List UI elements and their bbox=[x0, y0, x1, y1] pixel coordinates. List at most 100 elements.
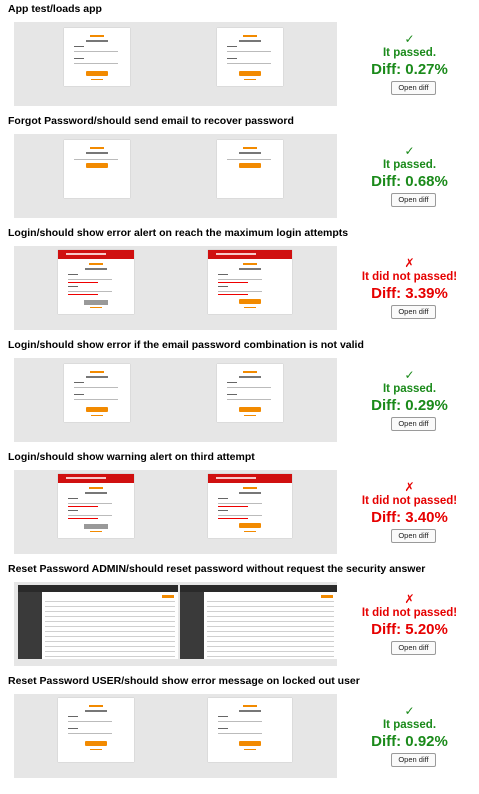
login-button bbox=[239, 299, 261, 304]
test-result: Login/should show error alert on reach t… bbox=[0, 224, 479, 336]
admin-topbar bbox=[180, 585, 337, 592]
email-field bbox=[227, 387, 271, 388]
email-label bbox=[218, 498, 228, 499]
email-field bbox=[218, 721, 262, 722]
table-row bbox=[207, 631, 334, 632]
error-text bbox=[68, 294, 98, 295]
email-field bbox=[68, 721, 112, 722]
admin-topbar bbox=[18, 585, 178, 592]
result-panel: ✗ It did not passed! Diff: 3.39% Open diff bbox=[340, 246, 479, 330]
screenshot-comparison bbox=[14, 358, 337, 442]
table-row bbox=[207, 626, 334, 627]
password-label bbox=[227, 58, 237, 59]
table-row bbox=[207, 656, 334, 657]
current-screenshot bbox=[217, 140, 283, 198]
table-row bbox=[207, 636, 334, 637]
form-heading bbox=[239, 492, 261, 494]
test-title: Login/should show error alert on reach t… bbox=[8, 227, 349, 239]
check-icon: ✓ bbox=[404, 368, 415, 382]
forgot-link bbox=[244, 415, 256, 416]
table-row bbox=[45, 621, 175, 622]
open-diff-button[interactable]: Open diff bbox=[391, 417, 436, 431]
forgot-link bbox=[244, 79, 256, 80]
disabled-button bbox=[84, 300, 108, 305]
logo bbox=[89, 263, 103, 265]
current-screenshot bbox=[217, 364, 283, 422]
test-title: Reset Password ADMIN/should reset passwo… bbox=[8, 563, 426, 575]
test-result: Forgot Password/should send email to rec… bbox=[0, 112, 479, 224]
screenshot-comparison bbox=[14, 582, 337, 666]
open-diff-button[interactable]: Open diff bbox=[391, 193, 436, 207]
submit-button bbox=[86, 163, 108, 168]
diff-percentage: Diff: 5.20% bbox=[371, 621, 448, 638]
logo bbox=[89, 487, 103, 489]
test-title: Forgot Password/should send email to rec… bbox=[8, 115, 294, 127]
diff-percentage: Diff: 3.40% bbox=[371, 509, 448, 526]
forgot-link bbox=[244, 531, 256, 532]
test-title: App test/loads app bbox=[8, 3, 102, 15]
screenshot-comparison bbox=[14, 694, 337, 778]
password-label bbox=[68, 728, 78, 729]
result-panel: ✓ It passed. Diff: 0.27% Open diff bbox=[340, 22, 479, 106]
password-label bbox=[227, 394, 237, 395]
email-label bbox=[227, 382, 237, 383]
open-diff-button[interactable]: Open diff bbox=[391, 753, 436, 767]
open-diff-button[interactable]: Open diff bbox=[391, 641, 436, 655]
result-panel: ✓ It passed. Diff: 0.29% Open diff bbox=[340, 358, 479, 442]
test-title: Login/should show error if the email pas… bbox=[8, 339, 364, 351]
email-label bbox=[74, 46, 84, 47]
table-row bbox=[207, 646, 334, 647]
diff-percentage: Diff: 0.92% bbox=[371, 733, 448, 750]
table-row bbox=[45, 611, 175, 612]
forgot-link bbox=[90, 531, 102, 532]
open-diff-button[interactable]: Open diff bbox=[391, 81, 436, 95]
logo bbox=[243, 705, 257, 707]
form-heading bbox=[239, 710, 261, 712]
error-text bbox=[218, 506, 248, 507]
login-button bbox=[239, 71, 261, 76]
table-row bbox=[207, 621, 334, 622]
email-label bbox=[68, 498, 78, 499]
form-heading bbox=[85, 268, 107, 270]
admin-action-button bbox=[321, 595, 333, 598]
open-diff-button[interactable]: Open diff bbox=[391, 529, 436, 543]
result-panel: ✗ It did not passed! Diff: 3.40% Open diff bbox=[340, 470, 479, 554]
login-button bbox=[239, 407, 261, 412]
email-field bbox=[74, 159, 118, 160]
admin-sidebar bbox=[180, 592, 204, 659]
email-field bbox=[218, 279, 262, 280]
check-icon: ✓ bbox=[404, 32, 415, 46]
email-label bbox=[227, 46, 237, 47]
table-row bbox=[207, 601, 334, 602]
table-row bbox=[45, 616, 175, 617]
login-button bbox=[86, 71, 108, 76]
open-diff-button[interactable]: Open diff bbox=[391, 305, 436, 319]
login-button bbox=[86, 407, 108, 412]
logo bbox=[90, 147, 104, 149]
form-heading bbox=[239, 40, 261, 42]
result-panel: ✓ It passed. Diff: 0.68% Open diff bbox=[340, 134, 479, 218]
error-text bbox=[68, 282, 98, 283]
password-field bbox=[227, 63, 271, 64]
baseline-screenshot bbox=[58, 250, 134, 314]
admin-screenshot bbox=[18, 585, 178, 659]
logo bbox=[90, 371, 104, 373]
email-field bbox=[227, 159, 271, 160]
diff-percentage: Diff: 3.39% bbox=[371, 285, 448, 302]
status-text: It passed. bbox=[382, 159, 437, 171]
current-screenshot bbox=[208, 250, 292, 314]
password-label bbox=[68, 510, 78, 511]
diff-percentage: Diff: 0.27% bbox=[371, 61, 448, 78]
table-row bbox=[207, 606, 334, 607]
baseline-screenshot bbox=[64, 364, 130, 422]
current-screenshot bbox=[217, 28, 283, 86]
form-heading bbox=[86, 40, 108, 42]
logo bbox=[89, 705, 103, 707]
status-text: It did not passed! bbox=[361, 495, 458, 507]
logo bbox=[243, 147, 257, 149]
password-field bbox=[68, 733, 112, 734]
email-field bbox=[68, 503, 112, 504]
password-label bbox=[74, 394, 84, 395]
current-screenshot bbox=[208, 474, 292, 538]
forgot-link bbox=[244, 749, 256, 750]
